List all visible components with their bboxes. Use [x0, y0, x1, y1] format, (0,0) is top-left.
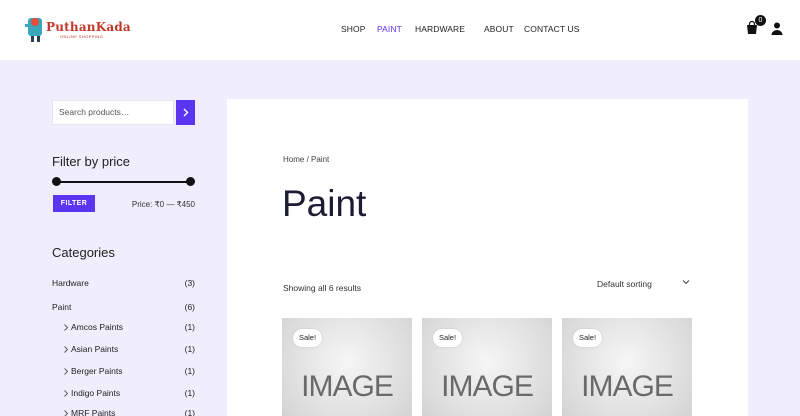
sale-badge: Sale! — [573, 329, 602, 347]
chevron-right-icon — [64, 390, 69, 397]
nav-about[interactable]: ABOUT — [484, 24, 514, 34]
logo-text[interactable]: PuthanKada — [46, 20, 131, 34]
category-count: (1) — [184, 322, 195, 332]
nav-hardware[interactable]: HARDWARE — [415, 24, 465, 34]
category-hardware[interactable]: Hardware (3) — [52, 278, 195, 290]
site-header: PuthanKada ONLINE SHOPPING SHOP PAINT HA… — [0, 0, 800, 60]
filter-button[interactable]: FILTER — [53, 195, 95, 212]
category-count: (1) — [184, 408, 195, 416]
breadcrumb[interactable]: Home / Paint — [283, 155, 329, 164]
category-name[interactable]: Indigo Paints — [71, 388, 120, 398]
chevron-right-icon — [64, 368, 69, 375]
product-image[interactable]: Sale! IMAGE — [562, 318, 692, 416]
sorting-select[interactable]: Default sorting — [597, 279, 652, 289]
category-paint[interactable]: Paint (6) — [52, 302, 195, 314]
category-name[interactable]: Paint — [52, 302, 71, 312]
category-name[interactable]: Berger Paints — [71, 366, 123, 376]
price-slider-min-handle[interactable] — [52, 177, 61, 186]
categories-title: Categories — [52, 245, 115, 260]
chevron-right-icon — [64, 410, 69, 416]
category-name[interactable]: Amcos Paints — [71, 322, 123, 332]
category-mrf-paints[interactable]: MRF Paints (1) — [52, 408, 195, 416]
chevron-down-icon[interactable] — [682, 279, 690, 285]
price-slider-max-handle[interactable] — [186, 177, 195, 186]
category-count: (3) — [184, 278, 195, 288]
results-count: Showing all 6 results — [283, 283, 361, 293]
placeholder-image-text: IMAGE — [301, 370, 394, 403]
category-count: (1) — [184, 344, 195, 354]
category-name[interactable]: Asian Paints — [71, 344, 118, 354]
sale-badge: Sale! — [293, 329, 322, 347]
page-title: Paint — [282, 183, 367, 224]
category-indigo-paints[interactable]: Indigo Paints (1) — [52, 388, 195, 400]
product-search-input[interactable]: Search products… — [52, 100, 174, 125]
price-range-label: Price: ₹0 — ₹450 — [131, 200, 195, 209]
chevron-right-icon — [64, 346, 69, 353]
category-amcos-paints[interactable]: Amcos Paints (1) — [52, 322, 195, 334]
category-count: (1) — [184, 366, 195, 376]
user-account-icon[interactable] — [771, 22, 783, 35]
price-slider-track[interactable] — [56, 181, 190, 183]
nav-contact-us[interactable]: CONTACT US — [524, 24, 579, 34]
product-image[interactable]: Sale! IMAGE — [422, 318, 552, 416]
category-count: (1) — [184, 388, 195, 398]
search-submit-button[interactable] — [176, 100, 195, 125]
chevron-right-icon — [64, 324, 69, 331]
logo-tagline: ONLINE SHOPPING — [60, 34, 104, 39]
placeholder-image-text: IMAGE — [441, 370, 534, 403]
category-count: (6) — [184, 302, 195, 312]
category-name[interactable]: Hardware — [52, 278, 89, 288]
category-berger-paints[interactable]: Berger Paints (1) — [52, 366, 195, 378]
product-image[interactable]: Sale! IMAGE — [282, 318, 412, 416]
sale-badge: Sale! — [433, 329, 462, 347]
nav-paint[interactable]: PAINT — [377, 24, 402, 34]
chevron-right-icon — [183, 108, 189, 117]
category-asian-paints[interactable]: Asian Paints (1) — [52, 344, 195, 356]
placeholder-image-text: IMAGE — [581, 370, 674, 403]
category-name[interactable]: MRF Paints — [71, 408, 115, 416]
nav-shop[interactable]: SHOP — [341, 24, 366, 34]
cart-count-badge[interactable]: 0 — [755, 15, 766, 26]
filter-by-price-title: Filter by price — [52, 154, 131, 169]
